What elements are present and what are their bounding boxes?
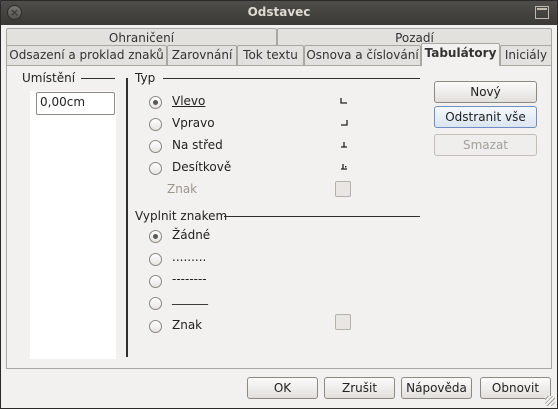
fill-dots-label[interactable]: ......... [172,250,206,264]
type-center-label[interactable]: Na střed [172,138,223,152]
tab-decimal-icon [341,164,347,170]
tab-center-icon [341,142,347,148]
type-char-label: Znak [167,182,198,196]
tab-odsazeni[interactable]: Odsazení a proklad znaků [6,45,167,65]
fill-underscore-radio[interactable] [149,297,162,310]
tab-label: Odsazení a proklad znaků [9,48,164,62]
fill-none-radio[interactable] [149,230,162,243]
fill-dashes-radio[interactable] [149,275,162,288]
type-decimal-label[interactable]: Desítkově [172,160,231,174]
position-heading: Umístění [22,71,76,85]
new-button[interactable]: Nový [434,81,537,103]
tab-tabulatory[interactable]: Tabulátory [421,43,500,66]
delete-button-label: Smazat [462,138,509,152]
fill-char-label[interactable]: Znak [172,318,202,332]
fill-dashes-label[interactable]: -------- [172,272,207,286]
cancel-button-label: Zrušit [341,381,378,395]
delete-button[interactable]: Smazat [434,134,537,156]
maximize-icon[interactable] [535,6,549,19]
help-button[interactable]: Nápověda [401,377,472,399]
ok-button-label: OK [273,381,292,395]
position-list[interactable] [30,91,116,359]
fill-none-label[interactable]: Žádné [172,228,210,242]
reset-button[interactable]: Obnovit [480,377,551,399]
tab-zarovnani[interactable]: Zarovnání [167,45,237,65]
position-separator [81,78,115,79]
type-decimal-radio[interactable] [149,162,162,175]
type-separator [163,78,420,79]
type-right-label[interactable]: Vpravo [172,116,215,130]
window-title: Odstavec [247,5,311,19]
reset-button-label: Obnovit [491,381,540,395]
tab-left-icon [340,98,347,104]
fill-char-radio[interactable] [149,320,162,333]
type-left-radio[interactable] [149,96,162,109]
fill-separator [224,216,420,217]
type-heading: Typ [135,71,156,85]
tab-label: Iniciály [504,48,548,62]
tab-label: Zarovnání [171,48,233,62]
position-value: 0,00cm [40,95,86,109]
vertical-separator [126,78,128,357]
type-right-radio[interactable] [149,118,162,131]
tab-label: Ohraničení [108,31,175,45]
tab-tok-textu[interactable]: Tok textu [237,45,304,65]
resize-grip-icon[interactable] [545,396,555,406]
tab-osnova[interactable]: Osnova a číslování [304,45,421,65]
delete-all-button-label: Odstranit vše [445,110,526,124]
tab-label: Tok textu [243,48,298,62]
tab-inicialy[interactable]: Iniciály [500,45,552,65]
dialog-window: × Odstavec Ohraničení Pozadí Odsazení a … [0,0,558,409]
tab-label: Tabulátory [424,46,497,60]
tab-right-icon [341,120,348,126]
new-button-label: Nový [470,85,501,99]
type-center-radio[interactable] [149,140,162,153]
fill-char-field [335,314,351,330]
cancel-button[interactable]: Zrušit [324,377,395,399]
tab-label: Osnova a číslování [306,48,419,62]
position-input[interactable]: 0,00cm [36,92,115,115]
type-char-field [335,181,351,197]
fill-underscore-label[interactable]: ______ [172,291,208,305]
type-left-label[interactable]: Vlevo [172,94,205,108]
ok-button[interactable]: OK [247,377,318,399]
fill-heading: Vyplnit znakem [135,209,228,223]
fill-dots-radio[interactable] [149,253,162,266]
help-button-label: Nápověda [406,381,467,395]
delete-all-button[interactable]: Odstranit vše [434,106,537,128]
title-bar[interactable]: × Odstavec [1,1,557,25]
